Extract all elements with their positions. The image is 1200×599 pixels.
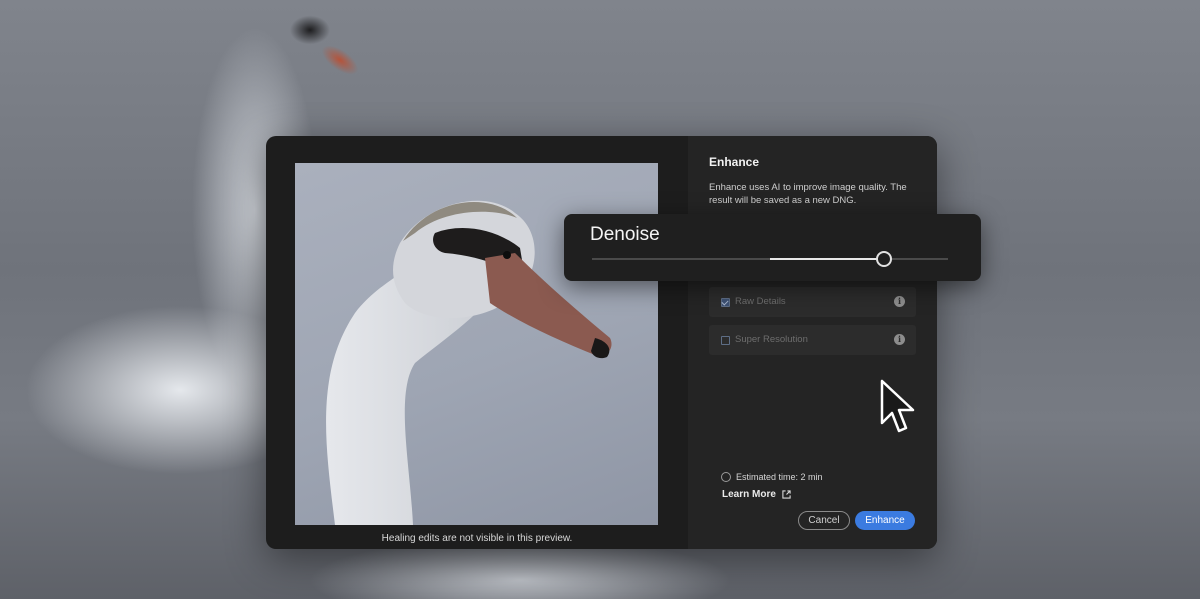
preview-caption: Healing edits are not visible in this pr… [381,533,573,544]
denoise-slider-track[interactable] [592,258,948,260]
option-super-resolution[interactable]: Super Resolution i [709,325,916,355]
denoise-card: Denoise [564,214,981,281]
option-label: Raw Details [735,296,786,307]
enhance-button[interactable]: Enhance [855,511,915,530]
mouse-pointer-icon [880,379,915,433]
super-resolution-checkbox[interactable] [721,336,730,345]
info-icon[interactable]: i [894,296,905,307]
learn-more-link[interactable]: Learn More [722,489,791,500]
external-link-icon [782,490,791,499]
option-raw-details[interactable]: Raw Details i [709,287,916,317]
estimated-time-text: Estimated time: 2 min [736,472,823,482]
raw-details-checkbox[interactable] [721,298,730,307]
learn-more-label: Learn More [722,489,776,500]
panel-title: Enhance [709,155,760,169]
cancel-button[interactable]: Cancel [798,511,850,530]
option-label: Super Resolution [735,334,808,345]
clock-icon [721,472,731,482]
denoise-slider-fill [770,258,884,260]
info-icon[interactable]: i [894,334,905,345]
estimated-time: Estimated time: 2 min [721,472,823,482]
enhance-panel: Enhance Enhance uses AI to improve image… [688,136,937,549]
panel-description: Enhance uses AI to improve image quality… [709,182,907,206]
denoise-label: Denoise [590,224,660,245]
denoise-slider-thumb[interactable] [875,251,892,267]
enhance-dialog: Healing edits are not visible in this pr… [266,136,937,549]
